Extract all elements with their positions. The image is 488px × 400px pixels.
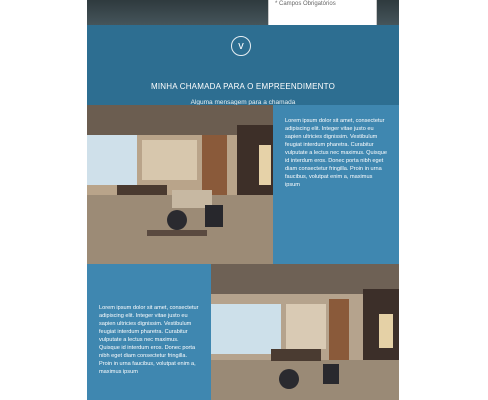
apartment-lounge-photo (211, 264, 399, 400)
banner-headline: MINHA CHAMADA PARA O EMPREENDIMENTO (150, 82, 336, 91)
feature-paragraph-1: Lorem ipsum dolor sit amet, consectetur … (285, 118, 387, 188)
contact-form: * Campos Obrigatórios (268, 0, 377, 28)
landing-page: * Campos Obrigatórios v MINHA CHAMADA PA… (87, 0, 399, 400)
chevron-down-icon: v (238, 40, 244, 52)
scroll-down-button[interactable]: v (231, 36, 251, 56)
feature-text-block-1: Lorem ipsum dolor sit amet, consectetur … (273, 105, 399, 264)
apartment-living-room-photo (87, 105, 273, 264)
required-fields-note: * Campos Obrigatórios (275, 1, 336, 7)
call-to-action-banner: v MINHA CHAMADA PARA O EMPREENDIMENTO Al… (87, 25, 399, 106)
feature-paragraph-2: Lorem ipsum dolor sit amet, consectetur … (99, 305, 199, 375)
feature-text-block-2: Lorem ipsum dolor sit amet, consectetur … (87, 264, 211, 400)
